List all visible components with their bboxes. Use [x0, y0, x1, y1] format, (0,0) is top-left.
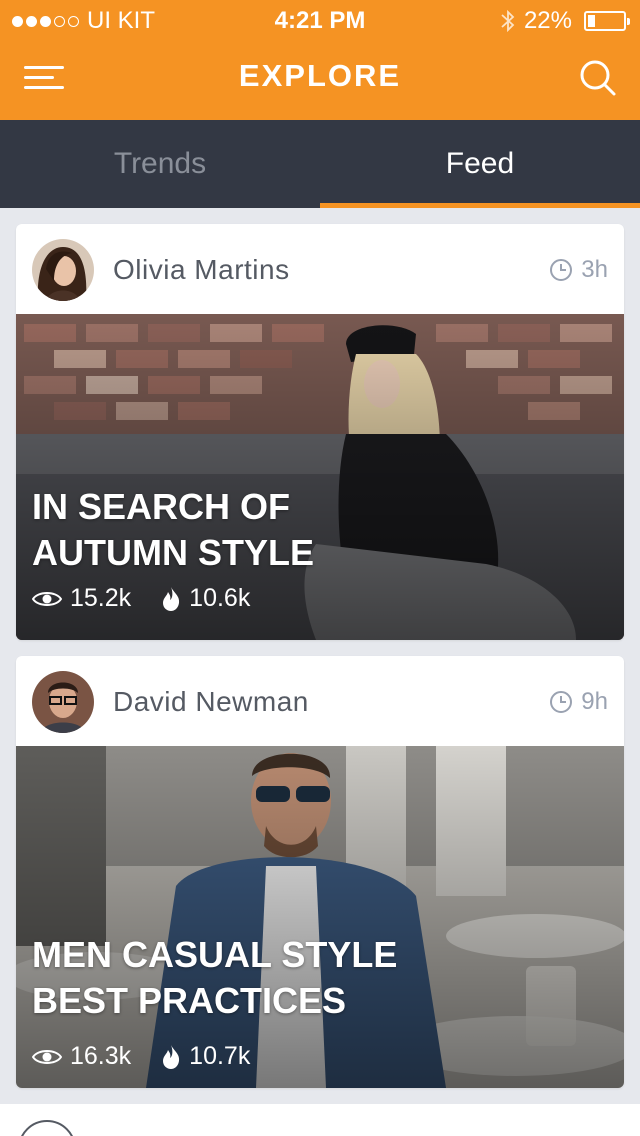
author-name[interactable]: Olivia Martins — [113, 254, 290, 286]
status-bar: UI KIT 4:21 PM 22% — [0, 0, 640, 40]
post-title[interactable]: IN SEARCH OF AUTUMN STYLE — [32, 484, 314, 576]
views-count: 16.3k — [70, 1042, 132, 1070]
views-count: 15.2k — [70, 584, 132, 612]
flame-icon — [163, 1044, 180, 1069]
likes-count: 10.6k — [189, 584, 251, 612]
battery-icon — [584, 11, 630, 31]
bluetooth-icon — [501, 9, 515, 33]
avatar — [18, 1120, 76, 1136]
eye-icon — [32, 1049, 62, 1064]
avatar[interactable] — [32, 239, 94, 301]
flame-icon — [163, 586, 180, 611]
eye-icon — [32, 591, 62, 606]
post-title-line: AUTUMN STYLE — [32, 532, 314, 573]
tab-feed[interactable]: Feed — [320, 120, 640, 208]
post-title-line: MEN CASUAL STYLE — [32, 934, 398, 975]
post-title[interactable]: MEN CASUAL STYLE BEST PRACTICES — [32, 932, 397, 1024]
post-time: 9h — [549, 688, 608, 716]
author-name[interactable]: David Newman — [113, 686, 309, 718]
search-icon[interactable] — [578, 58, 618, 98]
post-title-line: IN SEARCH OF — [32, 486, 291, 527]
card-header: David Newman 9h — [16, 656, 624, 746]
feed-card[interactable]: David Newman 9h MEN CASUAL STYLE BEST PR… — [16, 656, 624, 1088]
likes-count: 10.7k — [189, 1042, 251, 1070]
time-label: 3h — [581, 256, 608, 283]
tab-trends[interactable]: Trends — [0, 120, 320, 208]
next-card-peek[interactable] — [0, 1104, 640, 1136]
likes-stat: 10.6k — [161, 584, 250, 613]
likes-stat: 10.7k — [161, 1042, 250, 1071]
views-stat: 15.2k — [32, 584, 131, 613]
post-stats: 15.2k 10.6k — [32, 584, 280, 613]
card-header: Olivia Martins 3h — [16, 224, 624, 314]
post-image[interactable]: IN SEARCH OF AUTUMN STYLE 15.2k 10.6k — [16, 314, 624, 640]
nav-bar: EXPLORE — [0, 40, 640, 120]
battery-fill — [588, 15, 596, 27]
post-title-line: BEST PRACTICES — [32, 980, 347, 1021]
clock-icon — [550, 259, 573, 281]
page-title: EXPLORE — [238, 58, 402, 93]
tab-bar: Trends Feed — [0, 120, 640, 208]
status-right: 22% — [500, 7, 630, 35]
post-image[interactable]: MEN CASUAL STYLE BEST PRACTICES 16.3k 10… — [16, 746, 624, 1088]
clock-icon — [550, 691, 573, 713]
post-photo — [16, 746, 624, 1088]
feed-card[interactable]: Olivia Martins 3h IN SEARCH OF AUTUMN ST… — [16, 224, 624, 640]
post-time: 3h — [549, 256, 608, 284]
time-label: 9h — [581, 688, 608, 715]
post-stats: 16.3k 10.7k — [32, 1042, 280, 1071]
battery-percent: 22% — [523, 7, 572, 34]
avatar[interactable] — [32, 671, 94, 733]
views-stat: 16.3k — [32, 1042, 131, 1071]
